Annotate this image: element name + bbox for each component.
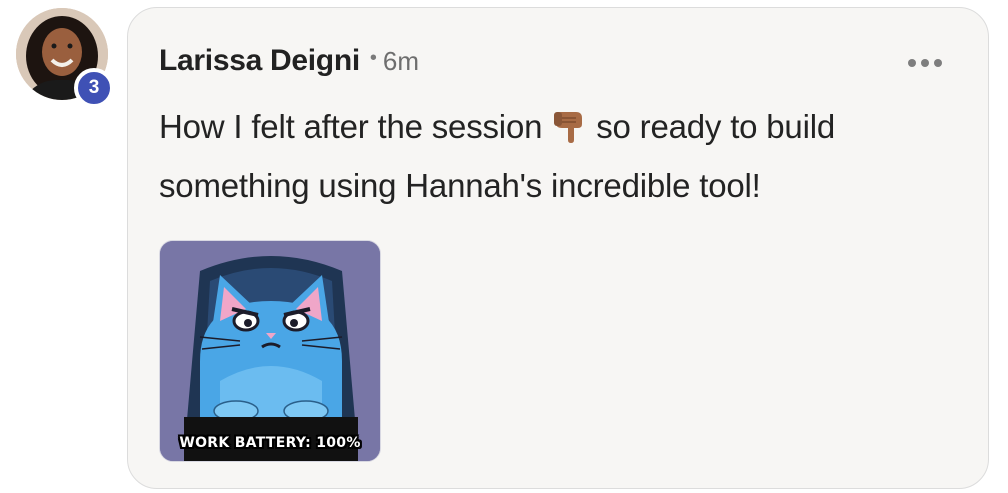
backhand-index-pointing-down-icon [552, 106, 586, 159]
timestamp[interactable]: 6m [383, 46, 419, 77]
author-avatar-wrap[interactable]: 3 [16, 8, 114, 108]
notification-badge: 3 [74, 68, 114, 108]
more-horizontal-icon-dot [934, 59, 942, 67]
separator-dot: • [369, 47, 377, 69]
comment-thread: 3 Larissa Deigni • 6m How I felt after t… [0, 0, 1008, 493]
comment-header: Larissa Deigni • 6m [159, 44, 419, 78]
comment-text-part-1: How I felt after the session [159, 108, 543, 145]
grumpy-cat-icon [160, 241, 380, 461]
more-horizontal-icon [908, 59, 916, 67]
more-horizontal-icon-dot [921, 59, 929, 67]
gif-caption: WORK BATTERY: 100% [179, 435, 361, 451]
more-options-button[interactable] [908, 56, 942, 70]
gif-attachment[interactable]: WORK BATTERY: 100% [159, 240, 381, 462]
author-name[interactable]: Larissa Deigni [159, 44, 360, 78]
comment-card: Larissa Deigni • 6m How I felt after the… [127, 7, 989, 489]
comment-body: How I felt after the session so ready to… [159, 100, 949, 212]
